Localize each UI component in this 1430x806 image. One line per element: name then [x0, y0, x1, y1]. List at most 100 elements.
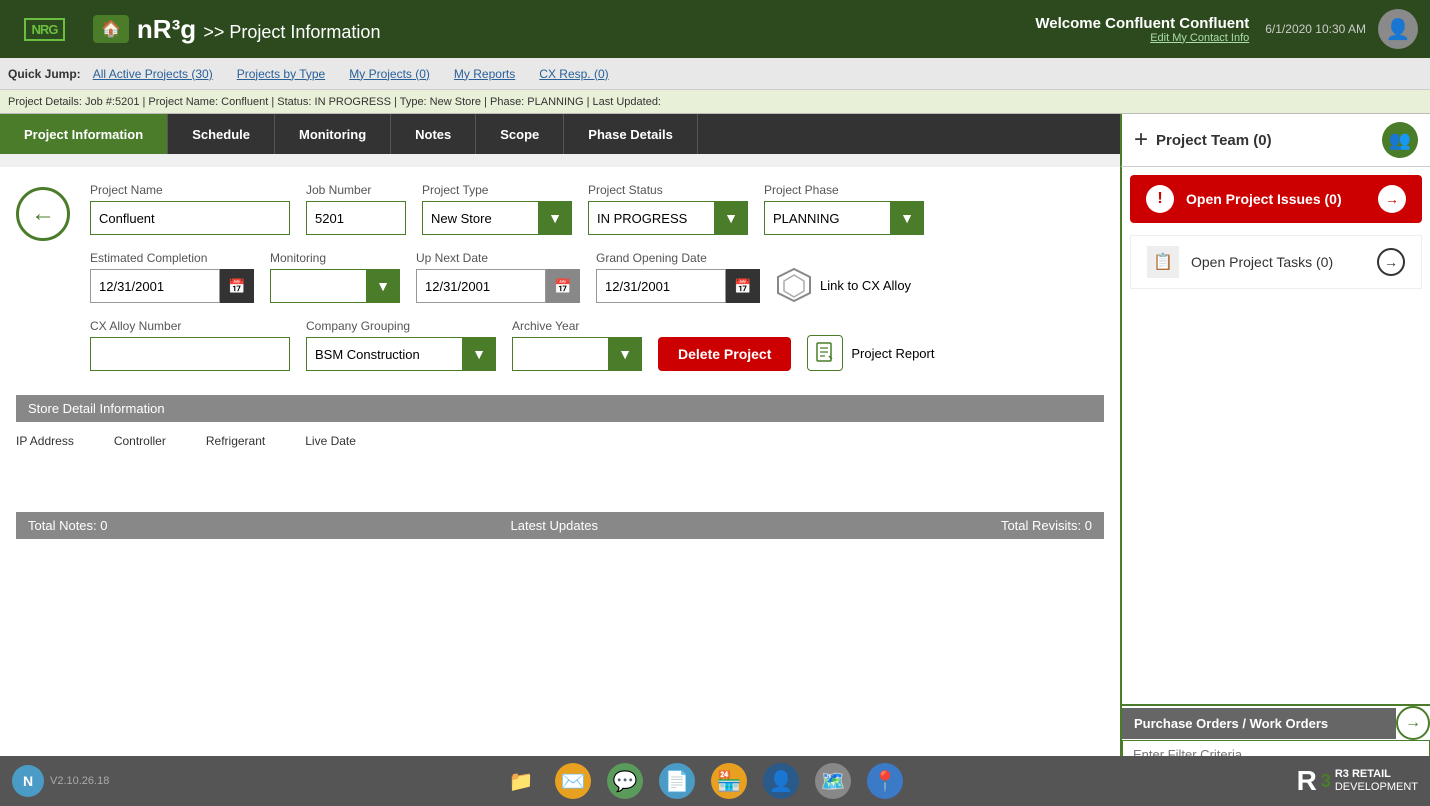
home-button[interactable]: 🏠	[93, 15, 129, 43]
taskbar-location-icon[interactable]: 📍	[867, 763, 903, 799]
taskbar-map-icon[interactable]: 🗺️	[815, 763, 851, 799]
project-name-input[interactable]	[90, 201, 290, 235]
tab-project-info[interactable]: Project Information	[0, 114, 168, 154]
project-type-group: Project Type New Store Remodel Retrofit …	[422, 183, 572, 235]
quick-jump-label: Quick Jump:	[8, 67, 81, 81]
archive-year-select[interactable]: 2020 2021	[512, 337, 642, 371]
up-next-date-input[interactable]	[416, 269, 546, 303]
open-issues-button[interactable]: ! Open Project Issues (0) →	[1130, 175, 1422, 223]
back-button[interactable]: ←	[16, 187, 70, 241]
tasks-clipboard-icon: 📋	[1147, 246, 1179, 278]
job-number-input[interactable]	[306, 201, 406, 235]
quick-jump-cx-resp[interactable]: CX Resp. (0)	[539, 67, 608, 81]
quick-jump-my-reports[interactable]: My Reports	[454, 67, 515, 81]
estimated-completion-calendar-button[interactable]: 📅	[220, 269, 254, 303]
company-grouping-select-wrapper: BSM Construction Other ▼	[306, 337, 496, 371]
job-number-group: Job Number	[306, 183, 406, 235]
add-team-member-button[interactable]: +	[1134, 126, 1148, 154]
taskbar-icons: 📁 ✉️ 💬 📄 🏪 👤 🗺️ 📍	[109, 763, 1296, 799]
up-next-date-group: Up Next Date 📅	[416, 251, 580, 303]
tab-notes[interactable]: Notes	[391, 114, 476, 154]
store-detail-header: Store Detail Information	[16, 395, 1104, 422]
taskbar-files-icon[interactable]: 📁	[503, 763, 539, 799]
taskbar-store-icon[interactable]: 🏪	[711, 763, 747, 799]
tab-bar: Project Information Schedule Monitoring …	[0, 114, 1120, 154]
tab-phase-details[interactable]: Phase Details	[564, 114, 698, 154]
open-tasks-button[interactable]: 📋 Open Project Tasks (0) →	[1130, 235, 1422, 289]
sidebar-header: + Project Team (0) 👥	[1120, 114, 1430, 167]
link-cx-alloy-label: Link to CX Alloy	[820, 278, 911, 293]
total-notes-label: Total Notes: 0	[28, 518, 108, 533]
project-phase-select[interactable]: PLANNING DESIGN CONSTRUCTION	[764, 201, 924, 235]
estimated-completion-date-wrapper: 📅	[90, 269, 254, 303]
taskbar-doc-icon[interactable]: 📄	[659, 763, 695, 799]
nrg-logo: NRG	[12, 7, 77, 51]
project-phase-select-wrapper: PLANNING DESIGN CONSTRUCTION ▼	[764, 201, 924, 235]
po-title: Purchase Orders / Work Orders	[1122, 708, 1396, 739]
notes-footer: Total Notes: 0 Latest Updates Total Revi…	[16, 512, 1104, 539]
r3-sub: DEVELOPMENT	[1335, 781, 1418, 794]
delete-project-button[interactable]: Delete Project	[658, 337, 791, 371]
archive-year-group: Archive Year 2020 2021 ▼	[512, 319, 642, 371]
taskbar: N V2.10.26.18 📁 ✉️ 💬 📄 🏪 👤 🗺️ 📍 R 3 R3 R…	[0, 756, 1430, 806]
cx-alloy-number-input[interactable]	[90, 337, 290, 371]
quick-jump-by-type[interactable]: Projects by Type	[237, 67, 326, 81]
total-revisits-label: Total Revisits: 0	[1001, 518, 1092, 533]
tab-and-sidebar-header: Project Information Schedule Monitoring …	[0, 114, 1430, 167]
app-header: NRG 🏠 nR³g >> Project Information Welcom…	[0, 0, 1430, 58]
grand-opening-date-group: Grand Opening Date 📅	[596, 251, 760, 303]
grand-opening-calendar-button[interactable]: 📅	[726, 269, 760, 303]
project-status-label: Project Status	[588, 183, 748, 197]
project-status-select[interactable]: IN PROGRESS COMPLETE ON HOLD	[588, 201, 748, 235]
monitoring-select[interactable]: Yes No	[270, 269, 400, 303]
archive-year-label: Archive Year	[512, 319, 642, 333]
project-phase-group: Project Phase PLANNING DESIGN CONSTRUCTI…	[764, 183, 924, 235]
archive-year-select-wrapper: 2020 2021 ▼	[512, 337, 642, 371]
estimated-completion-label: Estimated Completion	[90, 251, 254, 265]
company-grouping-group: Company Grouping BSM Construction Other …	[306, 319, 496, 371]
po-header: Purchase Orders / Work Orders →	[1122, 706, 1430, 740]
tab-schedule[interactable]: Schedule	[168, 114, 275, 154]
project-phase-label: Project Phase	[764, 183, 924, 197]
form-area: ← Project Name Job Number Project Type	[0, 167, 1120, 769]
quick-jump-my-projects[interactable]: My Projects (0)	[349, 67, 430, 81]
avatar[interactable]: 👤	[1378, 9, 1418, 49]
project-type-select-wrapper: New Store Remodel Retrofit ▼	[422, 201, 572, 235]
project-type-select[interactable]: New Store Remodel Retrofit	[422, 201, 572, 235]
form-row-3: CX Alloy Number Company Grouping BSM Con…	[90, 319, 1104, 371]
taskbar-chat-icon[interactable]: 💬	[607, 763, 643, 799]
form-fields: Project Name Job Number Project Type New…	[90, 183, 1104, 387]
tab-monitoring[interactable]: Monitoring	[275, 114, 391, 154]
taskbar-user-icon[interactable]: 👤	[763, 763, 799, 799]
taskbar-email-icon[interactable]: ✉️	[555, 763, 591, 799]
logo-area: NRG	[12, 7, 77, 51]
project-report-icon	[807, 335, 843, 371]
company-grouping-select[interactable]: BSM Construction Other	[306, 337, 496, 371]
welcome-text: Welcome Confluent Confluent	[1035, 15, 1249, 32]
grand-opening-date-input[interactable]	[596, 269, 726, 303]
tab-scope[interactable]: Scope	[476, 114, 564, 154]
up-next-date-wrapper: 📅	[416, 269, 580, 303]
monitoring-group: Monitoring Yes No ▼	[270, 251, 400, 303]
up-next-date-calendar-button[interactable]: 📅	[546, 269, 580, 303]
quick-jump-all-active[interactable]: All Active Projects (30)	[93, 67, 213, 81]
estimated-completion-input[interactable]	[90, 269, 220, 303]
open-issues-label: Open Project Issues (0)	[1186, 191, 1378, 207]
project-report-button[interactable]: Project Report	[807, 335, 934, 371]
taskbar-r3-logo: R 3 R3 RETAIL DEVELOPMENT	[1297, 765, 1418, 797]
issues-exclamation-icon: !	[1146, 185, 1174, 213]
link-cx-alloy-button[interactable]: Link to CX Alloy	[776, 267, 911, 303]
project-type-label: Project Type	[422, 183, 572, 197]
live-date-label: Live Date	[305, 434, 356, 448]
po-arrow-icon[interactable]: →	[1396, 706, 1430, 740]
company-grouping-label: Company Grouping	[306, 319, 496, 333]
form-top-row: ← Project Name Job Number Project Type	[16, 183, 1104, 387]
cx-alloy-number-label: CX Alloy Number	[90, 319, 290, 333]
taskbar-nrg-icon[interactable]: N	[12, 765, 44, 797]
right-sidebar: ! Open Project Issues (0) → 📋 Open Proje…	[1120, 167, 1430, 769]
ip-address-label: IP Address	[16, 434, 74, 448]
main-content: ← Project Name Job Number Project Type	[0, 167, 1430, 769]
edit-contact-link[interactable]: Edit My Contact Info	[1035, 32, 1249, 44]
team-icon[interactable]: 👥	[1382, 122, 1418, 158]
quick-jump-bar: Quick Jump: All Active Projects (30) Pro…	[0, 58, 1430, 90]
